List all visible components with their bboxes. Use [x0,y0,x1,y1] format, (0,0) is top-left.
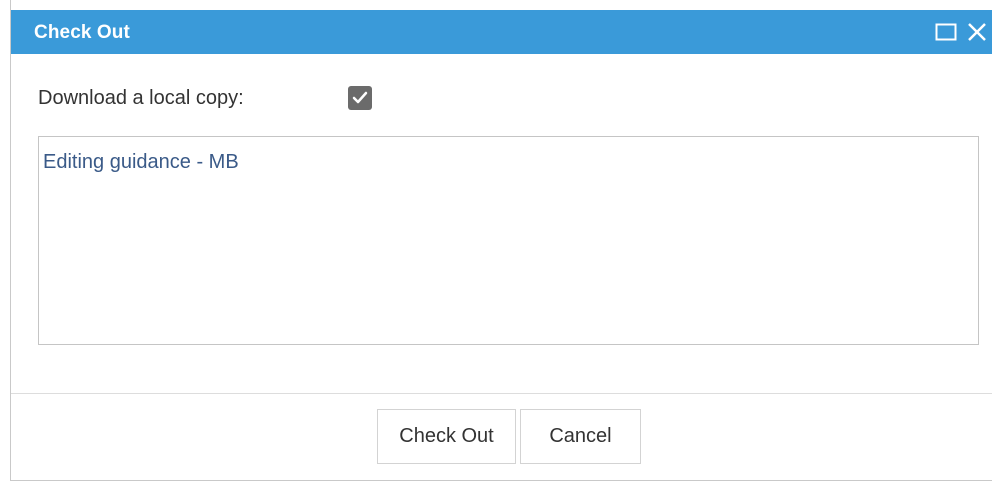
check-out-dialog: Check Out Download a local copy: Check O… [10,0,992,481]
checkmark-icon [352,91,368,104]
check-out-button[interactable]: Check Out [377,409,516,464]
dialog-titlebar: Check Out [11,10,992,54]
comment-textarea[interactable] [38,136,979,345]
dialog-title: Check Out [34,22,130,43]
close-icon[interactable] [961,10,992,54]
dialog-body: Download a local copy: [11,54,992,390]
cancel-button[interactable]: Cancel [520,409,641,464]
maximize-icon[interactable] [933,10,959,54]
download-local-copy-checkbox[interactable] [348,86,372,110]
footer-divider [11,393,992,394]
download-local-copy-label: Download a local copy: [38,87,244,109]
